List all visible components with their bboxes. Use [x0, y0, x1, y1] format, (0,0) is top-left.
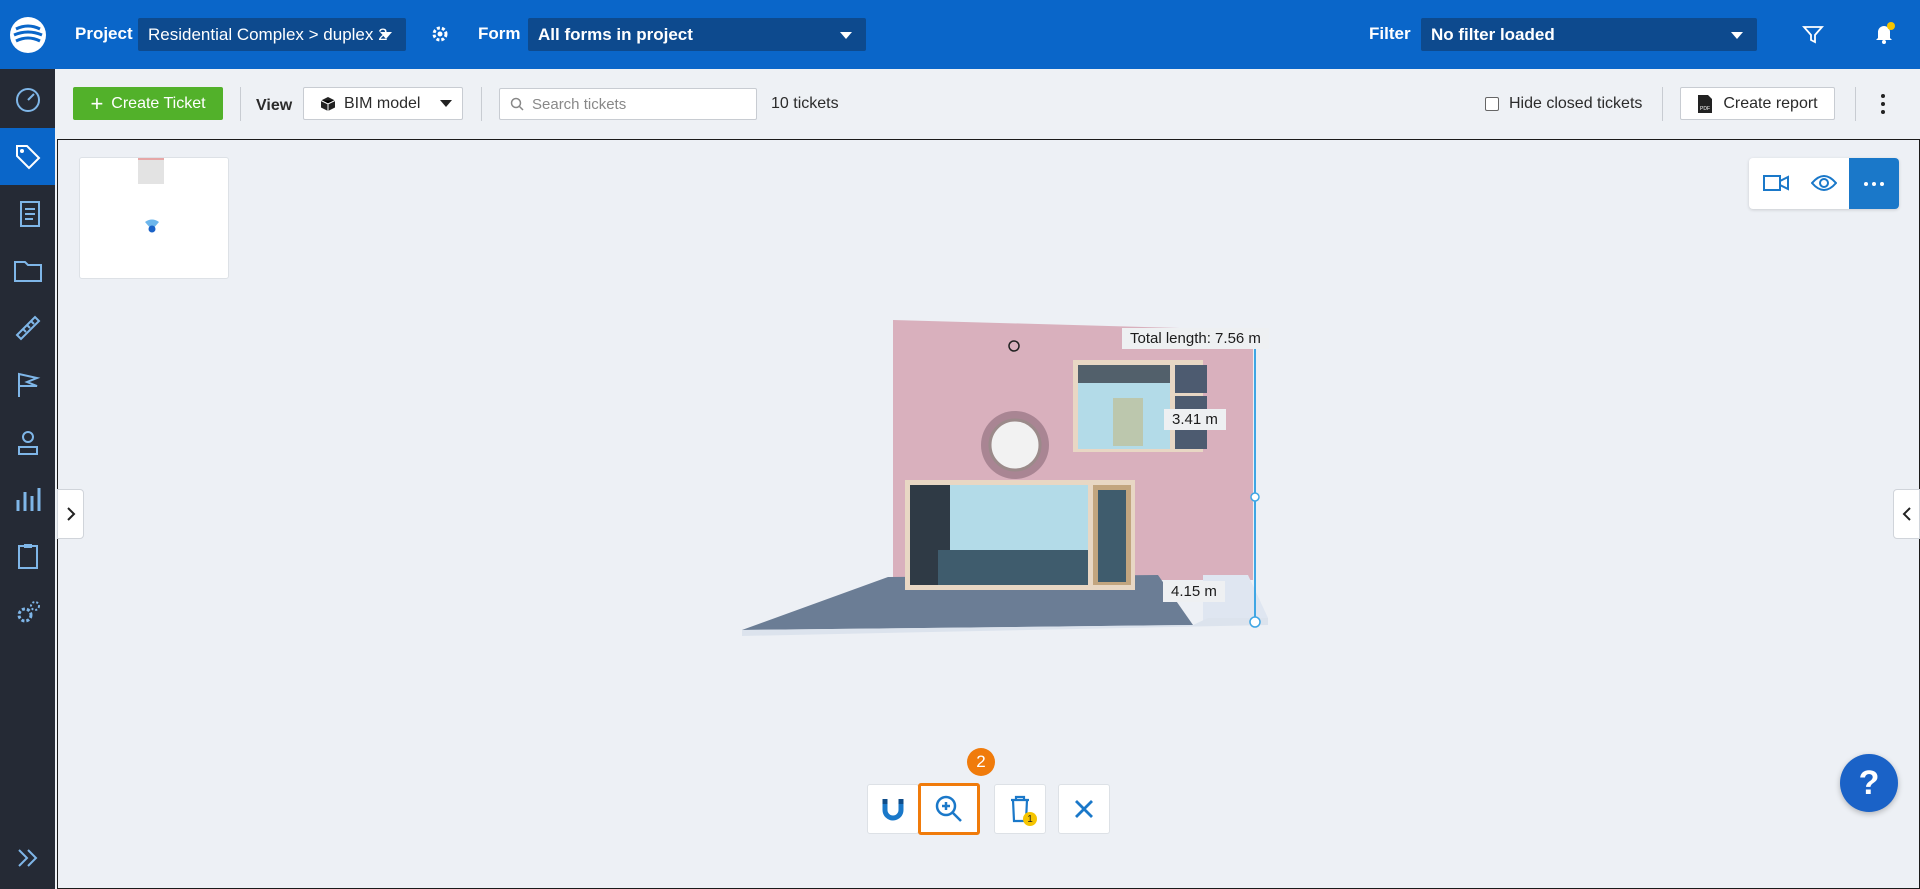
create-report-label: Create report	[1723, 94, 1818, 112]
plus-icon: +	[90, 90, 104, 116]
segment-length-top: 3.41 m	[1164, 409, 1226, 430]
sidebar-expand[interactable]	[0, 829, 55, 886]
view-label: View	[256, 97, 293, 114]
divider	[1662, 87, 1663, 121]
chevron-left-icon	[1902, 507, 1911, 521]
chevron-right-icon	[66, 507, 75, 521]
form-select[interactable]: All forms in project	[528, 18, 866, 51]
project-label: Project	[75, 24, 133, 43]
search-placeholder: Search tickets	[532, 95, 627, 113]
chevron-down-icon	[440, 100, 453, 107]
sidebar	[0, 0, 55, 889]
bell-icon[interactable]	[1872, 22, 1896, 51]
filter-label: Filter	[1369, 24, 1411, 43]
create-ticket-label: Create Ticket	[111, 94, 206, 112]
total-length-label: Total length: 7.56 m	[1122, 328, 1269, 349]
close-icon	[1075, 800, 1093, 818]
expand-icon	[17, 848, 37, 867]
zoom-button[interactable]	[918, 783, 980, 835]
help-button[interactable]: ?	[1840, 754, 1898, 812]
divider	[481, 87, 482, 121]
ticket-count: 10 tickets	[771, 95, 839, 112]
minimap-building	[138, 158, 164, 184]
building-model[interactable]	[738, 320, 1298, 740]
minimap[interactable]	[79, 157, 229, 279]
view-more-button[interactable]	[1849, 158, 1899, 209]
cube-icon	[320, 96, 336, 111]
create-ticket-button[interactable]: + Create Ticket	[73, 87, 223, 120]
sidebar-item-contacts[interactable]	[0, 413, 55, 470]
step-badge: 2	[967, 748, 995, 776]
pdf-icon: PDF	[1698, 94, 1713, 113]
segment-length-bottom: 4.15 m	[1163, 581, 1225, 602]
settings-icon	[17, 600, 40, 622]
gear-icon[interactable]	[430, 24, 450, 49]
sidebar-item-settings[interactable]	[0, 584, 55, 641]
forms-icon	[19, 200, 40, 227]
magnet-icon	[882, 799, 904, 821]
ruler-icon	[15, 315, 40, 340]
app-logo[interactable]	[0, 0, 55, 69]
hide-closed-label: Hide closed tickets	[1509, 95, 1643, 112]
sidebar-item-dashboard[interactable]	[0, 71, 55, 128]
tag-icon	[15, 144, 40, 169]
hide-closed-checkbox[interactable]: Hide closed tickets	[1485, 95, 1642, 113]
search-input[interactable]: Search tickets	[499, 88, 757, 120]
svg-text:PDF: PDF	[1700, 106, 1710, 112]
chevron-down-icon	[380, 32, 392, 39]
checkbox-box[interactable]	[1485, 97, 1499, 111]
chevron-down-icon	[840, 32, 852, 39]
person-icon	[17, 430, 38, 455]
bim-viewer[interactable]: Total length: 7.56 m 3.41 m 4.15 m	[57, 139, 1920, 889]
folder-icon	[13, 260, 42, 282]
project-select[interactable]: Residential Complex > duplex 2	[138, 18, 406, 51]
flag-icon	[17, 372, 40, 397]
form-label: Form	[478, 24, 521, 43]
sidebar-item-tickets[interactable]	[0, 128, 55, 185]
view-select[interactable]: BIM model	[303, 87, 463, 120]
dashboard-icon	[15, 87, 40, 112]
snap-button[interactable]	[867, 784, 919, 834]
divider	[240, 87, 241, 121]
divider	[1855, 87, 1856, 121]
sidebar-item-measure[interactable]	[0, 299, 55, 356]
sidebar-item-forms[interactable]	[0, 185, 55, 242]
right-panel-toggle[interactable]	[1893, 489, 1920, 539]
delete-button[interactable]: 1	[994, 784, 1046, 834]
video-camera-icon[interactable]	[1763, 173, 1789, 198]
view-value: BIM model	[344, 94, 421, 112]
search-icon	[510, 97, 524, 111]
form-value: All forms in project	[538, 25, 693, 44]
left-panel-toggle[interactable]	[57, 489, 84, 539]
more-menu-button[interactable]	[1873, 91, 1893, 117]
sidebar-item-tasks[interactable]	[0, 527, 55, 584]
create-report-button[interactable]: PDF Create report	[1680, 87, 1835, 120]
filter-select[interactable]: No filter loaded	[1421, 18, 1757, 51]
trash-count-badge: 1	[1023, 812, 1037, 826]
zoom-in-icon	[935, 795, 962, 822]
top-bar: Project Residential Complex > duplex 2 F…	[0, 0, 1920, 69]
view-controls	[1749, 158, 1899, 209]
project-value: Residential Complex > duplex 2	[148, 25, 388, 44]
clipboard-icon	[17, 543, 38, 569]
sidebar-item-reports[interactable]	[0, 470, 55, 527]
camera-position-icon	[145, 219, 159, 233]
chart-icon	[16, 487, 40, 511]
filter-value: No filter loaded	[1431, 25, 1555, 44]
sidebar-item-milestones[interactable]	[0, 356, 55, 413]
close-measure-button[interactable]	[1058, 784, 1110, 834]
sidebar-item-documents[interactable]	[0, 242, 55, 299]
filter-icon[interactable]	[1802, 25, 1824, 50]
chevron-down-icon	[1731, 32, 1743, 39]
toolbar: + Create Ticket View BIM model Search ti…	[55, 69, 1920, 139]
eye-icon[interactable]	[1810, 172, 1838, 199]
